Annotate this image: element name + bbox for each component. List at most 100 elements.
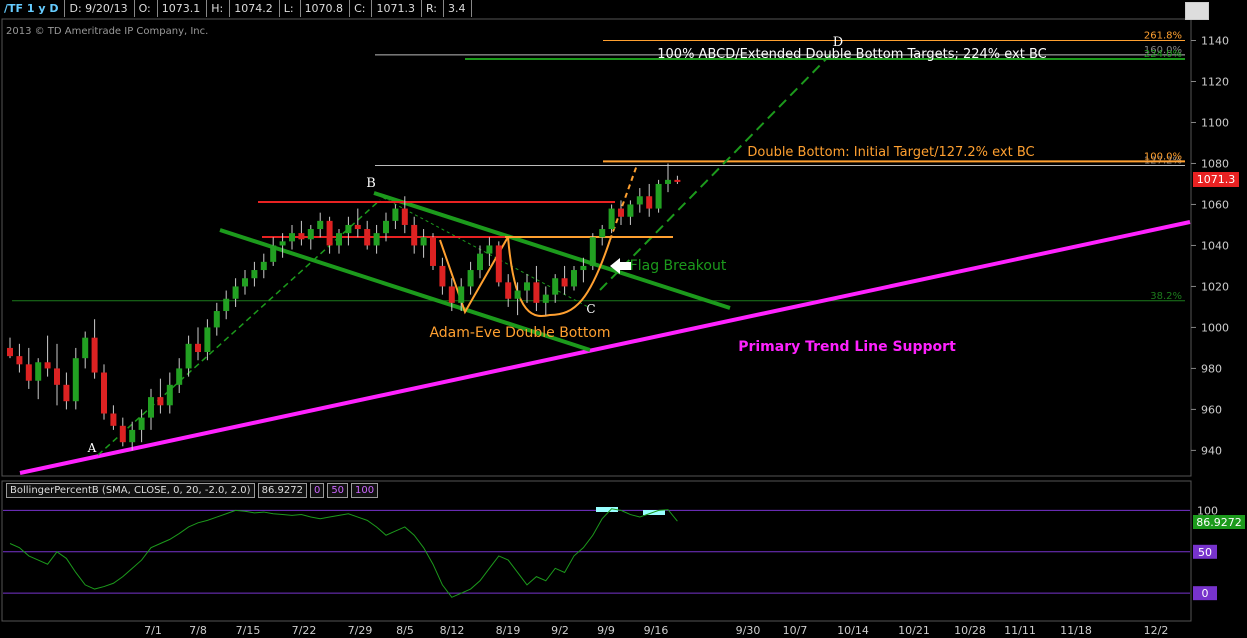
indicator-level-0: 0 — [309, 483, 325, 498]
candle-body-61 — [580, 265, 587, 271]
candle-body-24 — [232, 286, 239, 299]
open-label: O: — [134, 0, 158, 17]
date-tick-18: 12/2 — [1144, 624, 1169, 637]
candle-body-26 — [251, 270, 258, 279]
price-tick-label-7: 1080 — [1201, 157, 1229, 170]
candle-body-29 — [279, 241, 286, 246]
candle-body-7 — [72, 358, 79, 402]
candle-body-21 — [204, 327, 211, 353]
chart-canvas: 9409609801000102010401060108011001120114… — [0, 0, 1247, 638]
price-tick-label-2: 980 — [1201, 362, 1222, 375]
symbol[interactable]: /TF 1 y D — [0, 0, 66, 17]
candle-body-71 — [674, 179, 681, 182]
candle-body-50 — [477, 253, 483, 271]
date-tick-14: 10/21 — [898, 624, 930, 637]
candle-body-46 — [439, 265, 446, 287]
candle-body-52 — [495, 245, 502, 283]
candle-body-28 — [270, 245, 277, 262]
candle-body-38 — [364, 229, 371, 246]
date-tick-7: 8/19 — [496, 624, 521, 637]
price-tick-label-9: 1120 — [1201, 75, 1229, 88]
candle-body-66 — [627, 204, 634, 217]
candle-body-35 — [336, 233, 342, 246]
candle-body-1 — [16, 356, 23, 365]
candle-body-3 — [35, 362, 42, 381]
date-tick-12: 10/7 — [783, 624, 808, 637]
price-tick-label-3: 1000 — [1201, 321, 1229, 334]
candle-body-25 — [242, 278, 248, 287]
candle-body-40 — [383, 220, 389, 234]
candle-body-16 — [157, 397, 164, 406]
candle-body-37 — [354, 224, 361, 230]
date-tick-1: 7/8 — [189, 624, 207, 637]
annotation-4: Flag Breakout — [630, 258, 727, 274]
indicator-label[interactable]: BollingerPercentB (SMA, CLOSE, 0, 20, -2… — [6, 483, 255, 498]
level-label-2: 38.2% — [1150, 291, 1182, 302]
date-tick-2: 7/15 — [236, 624, 261, 637]
annotation-6: Primary Trend Line Support — [738, 339, 956, 355]
date-tick-0: 7/1 — [144, 624, 162, 637]
candle-body-48 — [458, 286, 465, 303]
candle-body-9 — [91, 337, 98, 373]
candle-body-67 — [636, 196, 643, 205]
annotation-2: C — [586, 302, 595, 316]
annotation-0: A — [87, 441, 97, 455]
indicator-value: 86.9272 — [257, 483, 307, 498]
candle-body-4 — [44, 362, 51, 369]
candle-body-69 — [655, 183, 662, 209]
close-label: C: — [350, 0, 373, 17]
annotation-1: B — [366, 176, 376, 191]
candle-body-55 — [524, 282, 530, 291]
candle-body-59 — [561, 278, 568, 287]
candle-body-14 — [138, 417, 145, 430]
indicator-header: BollingerPercentB (SMA, CLOSE, 0, 20, -2… — [6, 483, 381, 498]
candle-body-31 — [298, 233, 305, 240]
last-price-label: 1071.3 — [1197, 173, 1236, 186]
date-tick-13: 10/14 — [837, 624, 869, 637]
candle-body-19 — [185, 343, 192, 369]
price-tick-label-4: 1020 — [1201, 280, 1229, 293]
candle-body-27 — [260, 261, 267, 271]
candle-body-41 — [392, 208, 399, 221]
date-tick-16: 11/11 — [1004, 624, 1036, 637]
candle-body-57 — [542, 294, 549, 303]
candle-body-32 — [307, 229, 314, 240]
range-value: 3.4 — [443, 0, 473, 17]
candle-body-34 — [326, 220, 333, 246]
candle-body-43 — [411, 224, 418, 246]
candle-body-54 — [514, 290, 521, 299]
candle-body-49 — [467, 270, 474, 287]
level-label-6: 224.0% — [1144, 49, 1182, 60]
price-tick-label-6: 1060 — [1201, 198, 1229, 211]
candle-body-13 — [129, 429, 136, 443]
candle-body-20 — [195, 343, 201, 353]
date-tick-17: 11/18 — [1060, 624, 1092, 637]
candle-body-15 — [148, 397, 154, 418]
price-tick-label-1: 960 — [1201, 403, 1222, 416]
candle-body-47 — [448, 286, 455, 303]
close-value: 1071.3 — [372, 0, 422, 17]
indicator-level-50: 50 — [327, 483, 349, 498]
date-tick-8: 9/2 — [551, 624, 569, 637]
price-tick-label-10: 1140 — [1201, 34, 1229, 47]
chart-settings-icon[interactable] — [1185, 2, 1209, 20]
low-label: L: — [279, 0, 301, 17]
candle-body-65 — [618, 208, 624, 217]
date-tick-10: 9/16 — [644, 624, 669, 637]
candle-body-2 — [25, 364, 32, 381]
quote-date: D: 9/20/13 — [65, 0, 135, 17]
candle-body-30 — [289, 233, 295, 242]
range-label: R: — [421, 0, 444, 17]
candle-body-70 — [665, 179, 671, 184]
candle-body-8 — [82, 337, 89, 359]
copyright: 2013 © TD Ameritrade IP Company, Inc. — [6, 26, 209, 37]
open-value: 1073.1 — [157, 0, 208, 17]
pb-level-label-1: 50 — [1198, 546, 1212, 559]
candle-body-39 — [373, 233, 380, 246]
price-tick-label-8: 1100 — [1201, 116, 1229, 129]
indicator-level-100: 100 — [351, 483, 379, 498]
candle-body-51 — [486, 245, 493, 254]
price-tick-label-0: 940 — [1201, 444, 1222, 457]
candle-body-64 — [608, 208, 615, 230]
candle-body-0 — [7, 347, 13, 357]
